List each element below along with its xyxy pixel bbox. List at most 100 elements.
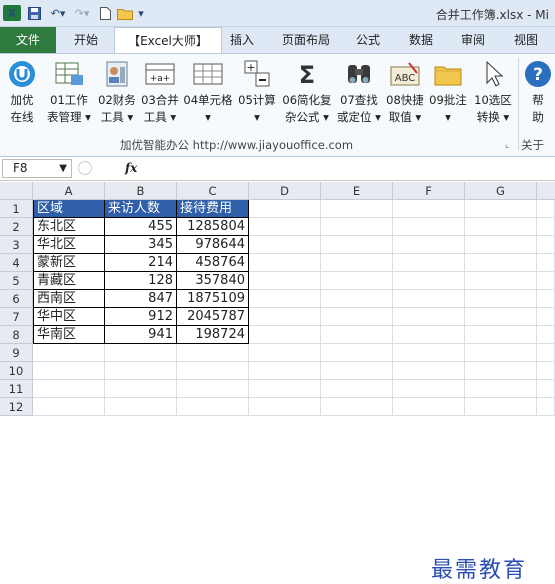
table-cell[interactable] [393, 398, 465, 416]
spreadsheet-grid[interactable]: A B C D E F G 1 2 3 4 5 6 7 8 9 10 11 12… [0, 182, 555, 583]
column-header[interactable]: G [465, 182, 537, 200]
tab-formulas[interactable]: 公式 [350, 27, 386, 53]
calc-button[interactable]: + 05计算 ▾ [236, 56, 278, 126]
table-cell[interactable] [537, 218, 555, 236]
row-header[interactable]: 6 [0, 290, 33, 308]
table-cell[interactable] [105, 362, 177, 380]
table-cell[interactable] [465, 218, 537, 236]
table-cell[interactable]: 西南区 [33, 290, 105, 308]
table-header-cell[interactable]: 来访人数 [105, 200, 177, 218]
column-header[interactable]: B [105, 182, 177, 200]
row-header[interactable]: 2 [0, 218, 33, 236]
jiayou-online-button[interactable]: 加优 在线 [2, 56, 42, 126]
table-cell[interactable] [249, 326, 321, 344]
table-cell[interactable] [321, 326, 393, 344]
table-cell[interactable]: 1285804 [177, 218, 249, 236]
open-folder-icon[interactable] [116, 5, 134, 21]
table-cell[interactable] [105, 344, 177, 362]
table-cell[interactable] [249, 308, 321, 326]
table-cell[interactable]: 128 [105, 272, 177, 290]
table-cell[interactable]: 847 [105, 290, 177, 308]
table-cell[interactable] [465, 326, 537, 344]
table-cell[interactable] [393, 272, 465, 290]
table-header-cell[interactable]: 接待费用 [177, 200, 249, 218]
table-cell[interactable] [537, 254, 555, 272]
table-cell[interactable] [321, 398, 393, 416]
selection-convert-button[interactable]: 10选区 转换 ▾ [470, 56, 516, 126]
table-cell[interactable] [393, 308, 465, 326]
tab-review[interactable]: 审阅 [455, 27, 491, 53]
table-cell[interactable] [393, 380, 465, 398]
row-header[interactable]: 8 [0, 326, 33, 344]
table-cell[interactable] [393, 200, 465, 218]
table-cell[interactable] [321, 272, 393, 290]
table-cell[interactable] [537, 362, 555, 380]
insert-function-icon[interactable]: fx [125, 161, 137, 175]
undo-icon[interactable]: ↶▾ [48, 5, 68, 21]
table-cell[interactable] [249, 218, 321, 236]
table-cell[interactable] [249, 344, 321, 362]
table-cell[interactable] [537, 326, 555, 344]
table-cell[interactable] [249, 272, 321, 290]
save-icon[interactable] [27, 5, 41, 21]
tab-file[interactable]: 文件 [0, 27, 56, 53]
table-cell[interactable] [465, 362, 537, 380]
tab-view[interactable]: 视图 [508, 27, 544, 53]
tab-insert[interactable]: 插入 [224, 27, 260, 53]
table-cell[interactable]: 蒙新区 [33, 254, 105, 272]
find-locate-button[interactable]: 07查找 或定位 ▾ [336, 56, 382, 126]
table-cell[interactable] [177, 344, 249, 362]
tab-excel-master[interactable]: 【Excel大师】 [114, 27, 222, 54]
sheet-manage-button[interactable]: 01工作 表管理 ▾ [46, 56, 92, 126]
table-cell[interactable] [33, 398, 105, 416]
column-header[interactable]: E [321, 182, 393, 200]
table-cell[interactable]: 941 [105, 326, 177, 344]
table-cell[interactable] [321, 290, 393, 308]
column-header[interactable]: C [177, 182, 249, 200]
table-cell[interactable] [177, 398, 249, 416]
table-cell[interactable] [465, 272, 537, 290]
table-cell[interactable] [177, 362, 249, 380]
table-cell[interactable]: 978644 [177, 236, 249, 254]
table-cell[interactable]: 198724 [177, 326, 249, 344]
finance-tools-button[interactable]: 02财务 工具 ▾ [94, 56, 140, 126]
tab-data[interactable]: 数据 [403, 27, 439, 53]
formula-bar-toggle[interactable] [78, 161, 92, 175]
comment-button[interactable]: 09批注 ▾ [428, 56, 468, 126]
table-cell[interactable]: 华中区 [33, 308, 105, 326]
dialog-launcher-icon[interactable]: ⌞ [505, 140, 509, 150]
table-cell[interactable] [33, 380, 105, 398]
table-cell[interactable] [393, 236, 465, 254]
help-button[interactable]: ? 帮 助 [522, 56, 554, 126]
table-cell[interactable] [537, 200, 555, 218]
column-header[interactable] [537, 182, 555, 200]
row-header[interactable]: 5 [0, 272, 33, 290]
redo-icon[interactable]: ↷▾ [72, 5, 92, 21]
tab-page-layout[interactable]: 页面布局 [275, 27, 337, 53]
name-box-dropdown-icon[interactable]: ▼ [59, 160, 67, 177]
table-cell[interactable]: 455 [105, 218, 177, 236]
table-cell[interactable]: 458764 [177, 254, 249, 272]
row-header[interactable]: 3 [0, 236, 33, 254]
table-cell[interactable] [249, 380, 321, 398]
row-header[interactable]: 12 [0, 398, 33, 416]
table-cell[interactable] [321, 254, 393, 272]
table-cell[interactable] [465, 254, 537, 272]
table-cell[interactable] [537, 308, 555, 326]
table-cell[interactable]: 青藏区 [33, 272, 105, 290]
table-cell[interactable]: 东北区 [33, 218, 105, 236]
table-cell[interactable] [537, 344, 555, 362]
table-cell[interactable] [321, 218, 393, 236]
table-cell[interactable] [465, 344, 537, 362]
table-cell[interactable] [465, 308, 537, 326]
formula-input[interactable] [148, 159, 552, 178]
column-header[interactable]: D [249, 182, 321, 200]
table-cell[interactable] [537, 398, 555, 416]
table-cell[interactable] [393, 290, 465, 308]
table-cell[interactable] [249, 362, 321, 380]
table-cell[interactable] [249, 254, 321, 272]
qat-dropdown-icon[interactable]: ▾ [136, 5, 146, 21]
table-cell[interactable] [321, 362, 393, 380]
row-header[interactable]: 4 [0, 254, 33, 272]
select-all-corner[interactable] [0, 182, 33, 200]
